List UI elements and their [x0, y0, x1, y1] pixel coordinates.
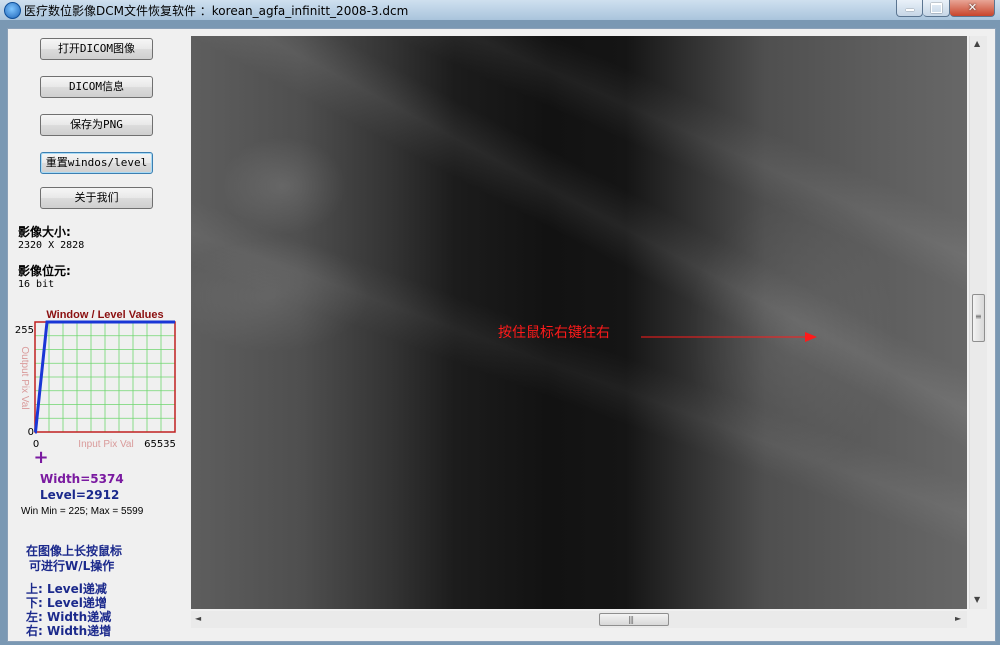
scroll-down-icon[interactable]: ▼ — [974, 596, 980, 604]
dicom-info-button[interactable]: DICOM信息 — [40, 76, 153, 98]
minimize-button[interactable] — [896, 0, 923, 17]
close-button[interactable]: ✕ — [950, 0, 995, 17]
open-dicom-button[interactable]: 打开DICOM图像 — [40, 38, 153, 60]
dicom-image-viewer[interactable]: 按住鼠标右键往右 — [191, 36, 967, 609]
x-axis-label: Input Pix Val — [78, 439, 133, 450]
right-arrow-icon — [641, 332, 817, 342]
instruction-line-2: 可进行W/L操作 — [29, 559, 115, 573]
window-level-chart: Window / Level Values 255 0 0 65535 Inpu… — [15, 309, 176, 468]
close-icon: ✕ — [967, 1, 978, 14]
title-bar: 医疗数位影像DCM文件恢复软件 ：korean_agfa_infinitt_20… — [0, 0, 1000, 20]
horizontal-scrollbar[interactable]: ◄ ||| ► — [191, 611, 967, 628]
horizontal-scroll-thumb[interactable]: ||| — [599, 613, 669, 626]
vertical-thumb-grip: ≡ — [975, 312, 982, 321]
scroll-left-icon[interactable]: ◄ — [195, 615, 201, 623]
y-max-tick: 255 — [15, 325, 34, 336]
window-min-max: Win Min = 225; Max = 5599 — [21, 506, 144, 517]
level-marker-icon[interactable]: + — [33, 447, 48, 468]
vertical-scrollbar[interactable]: ▲ ≡ ▼ — [969, 36, 987, 609]
image-size-label: 影像大小: — [18, 225, 71, 239]
maximize-button[interactable] — [923, 0, 950, 17]
image-bits-label: 影像位元: — [18, 264, 71, 278]
y-axis-label: Output Pix Val — [19, 346, 30, 409]
horizontal-thumb-grip: ||| — [628, 615, 634, 624]
scroll-up-icon[interactable]: ▲ — [974, 40, 980, 48]
instruction-right: 右: Width递增 — [26, 624, 112, 638]
x-max-tick: 65535 — [144, 439, 176, 450]
vertical-scroll-thumb[interactable]: ≡ — [972, 294, 985, 342]
level-value: Level=2912 — [40, 488, 120, 502]
main-client-area: 打开DICOM图像 DICOM信息 保存为PNG 重置windos/level … — [7, 28, 996, 642]
reset-window-level-button[interactable]: 重置windos/level — [40, 152, 153, 174]
chart-grid — [35, 322, 175, 432]
about-button[interactable]: 关于我们 — [40, 187, 153, 209]
width-value: Width=5374 — [40, 472, 124, 486]
app-icon[interactable] — [4, 2, 21, 19]
drag-hint-text: 按住鼠标右键往右 — [498, 325, 610, 341]
image-size-value: 2320 X 2828 — [18, 240, 85, 251]
scroll-right-icon[interactable]: ► — [955, 615, 961, 623]
save-png-button[interactable]: 保存为PNG — [40, 114, 153, 136]
window-title: 医疗数位影像DCM文件恢复软件 ：korean_agfa_infinitt_20… — [24, 4, 409, 18]
image-bits-value: 16 bit — [18, 279, 55, 290]
chart-title: Window / Level Values — [46, 309, 163, 321]
y-min-tick: 0 — [28, 427, 34, 438]
